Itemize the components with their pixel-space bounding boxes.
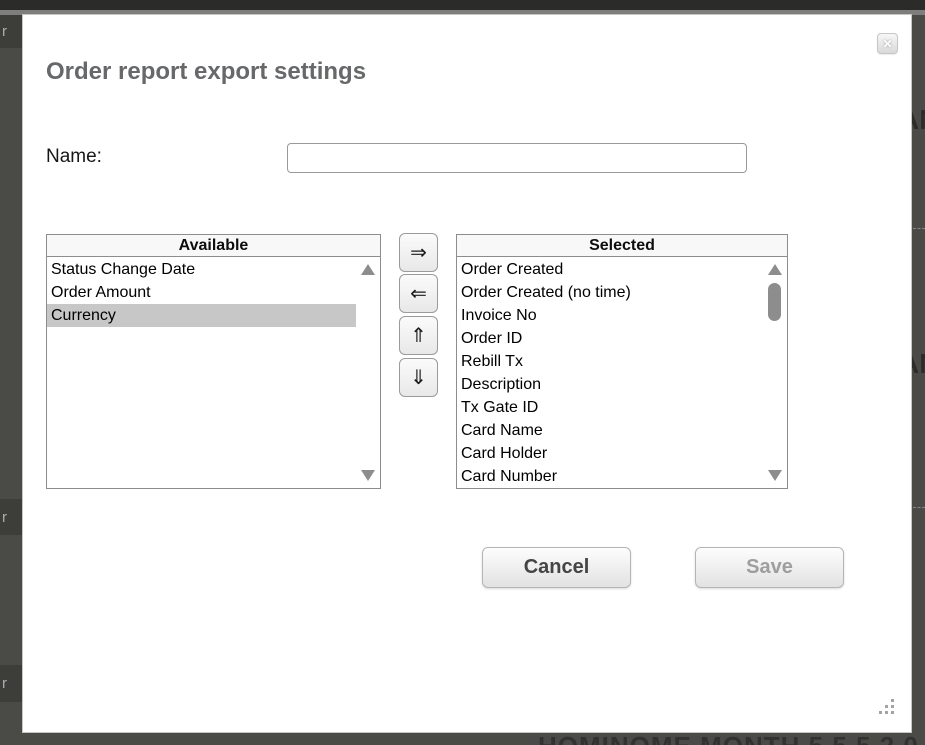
scroll-up-icon[interactable] (361, 264, 375, 275)
export-settings-dialog: ✕ Order report export settings Name: Ava… (22, 14, 912, 733)
dialog-title: Order report export settings (46, 58, 366, 86)
list-item[interactable]: Order Amount (47, 281, 356, 304)
arrow-up-icon: ⇑ (410, 323, 427, 348)
cancel-button[interactable]: Cancel (482, 547, 631, 588)
list-item[interactable]: Card Number (457, 465, 763, 488)
list-item[interactable]: Tx Gate ID (457, 396, 763, 419)
list-item[interactable]: Description (457, 373, 763, 396)
screen: r r r AN AN HOMINOME MONTH 5 5 5 2 0 1 1… (0, 0, 925, 745)
background-bottom-clipped-text: HOMINOME MONTH 5 5 5 2 0 1 1 (538, 731, 925, 745)
arrow-down-icon: ⇓ (410, 365, 427, 390)
list-item[interactable]: Card Holder (457, 442, 763, 465)
list-item[interactable]: Order Created (457, 258, 763, 281)
selected-listbox[interactable]: Order CreatedOrder Created (no time)Invo… (456, 256, 788, 489)
list-item[interactable]: Currency (47, 304, 356, 327)
background-dashed-line (913, 507, 925, 508)
scroll-down-icon[interactable] (361, 470, 375, 481)
selected-list: Order CreatedOrder Created (no time)Invo… (457, 258, 787, 488)
list-item[interactable]: Card Name (457, 419, 763, 442)
available-list: Status Change DateOrder AmountCurrency (47, 258, 380, 488)
save-button[interactable]: Save (695, 547, 844, 588)
background-dashed-line (913, 228, 925, 229)
arrow-left-icon: ⇐ (410, 281, 427, 306)
name-input[interactable] (287, 143, 747, 173)
selected-header: Selected (456, 234, 788, 257)
move-left-button[interactable]: ⇐ (399, 274, 438, 313)
name-label: Name: (46, 146, 102, 168)
move-right-button[interactable]: ⇒ (399, 233, 438, 272)
resize-grip[interactable] (878, 698, 896, 716)
fragment-text: r (2, 23, 7, 40)
move-up-button[interactable]: ⇑ (399, 316, 438, 355)
grip-dots-icon (879, 711, 882, 714)
available-listbox[interactable]: Status Change DateOrder AmountCurrency (46, 256, 381, 489)
scroll-up-icon[interactable] (768, 264, 782, 275)
scroll-down-icon[interactable] (768, 470, 782, 481)
fragment-text: r (2, 675, 7, 692)
move-down-button[interactable]: ⇓ (399, 358, 438, 397)
scrollbar-thumb[interactable] (768, 283, 781, 321)
available-header: Available (46, 234, 381, 257)
list-item[interactable]: Order ID (457, 327, 763, 350)
fragment-text: r (2, 509, 7, 526)
background-top-bar (0, 0, 925, 10)
close-button[interactable]: ✕ (877, 33, 898, 54)
list-item[interactable]: Rebill Tx (457, 350, 763, 373)
close-icon: ✕ (882, 38, 892, 50)
arrow-right-icon: ⇒ (410, 240, 427, 265)
list-item[interactable]: Order Created (no time) (457, 281, 763, 304)
list-item[interactable]: Invoice No (457, 304, 763, 327)
list-item[interactable]: Status Change Date (47, 258, 356, 281)
